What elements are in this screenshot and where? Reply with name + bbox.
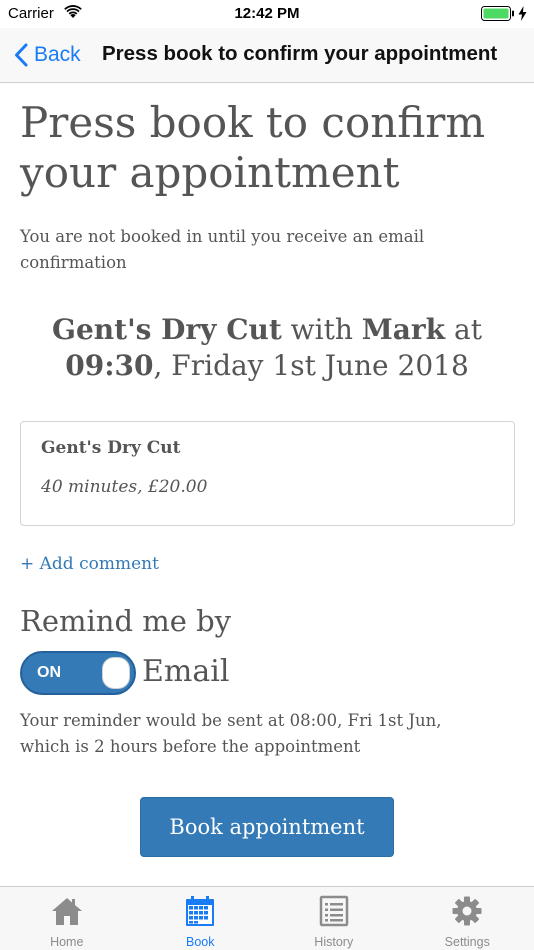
service-card: Gent's Dry Cut 40 minutes, £20.00 — [20, 421, 515, 526]
back-button[interactable]: Back — [14, 40, 81, 70]
summary-staff: Mark — [361, 313, 446, 346]
battery-icon — [481, 6, 514, 21]
toggle-knob — [102, 657, 130, 689]
tab-book-label: Book — [186, 935, 215, 949]
add-comment-link[interactable]: + Add comment — [20, 554, 159, 574]
email-reminder-toggle[interactable]: ON — [20, 651, 136, 695]
home-icon — [51, 898, 82, 925]
book-appointment-button[interactable]: Book appointment — [140, 797, 394, 857]
back-label: Back — [34, 43, 81, 66]
tab-settings-label: Settings — [444, 935, 490, 949]
appointment-summary: Gent's Dry Cut with Mark at 09:30, Frida… — [20, 312, 514, 384]
calendar-icon — [186, 896, 215, 926]
tab-book[interactable]: Book — [134, 887, 268, 950]
toggle-state-label: ON — [37, 664, 61, 681]
status-bar: Carrier 12:42 PM — [0, 0, 534, 28]
tab-history[interactable]: History — [267, 887, 401, 950]
tab-history-label: History — [314, 935, 354, 949]
list-icon — [319, 895, 348, 927]
tab-settings[interactable]: Settings — [401, 887, 534, 950]
tab-home[interactable]: Home — [0, 887, 134, 950]
summary-with-text: with — [281, 313, 362, 346]
gear-icon — [452, 896, 482, 926]
summary-service: Gent's Dry Cut — [52, 313, 282, 346]
service-name: Gent's Dry Cut — [41, 438, 181, 458]
summary-date: , Friday 1st June 2018 — [153, 349, 469, 382]
chevron-left-icon — [15, 43, 28, 67]
tab-home-label: Home — [50, 935, 84, 949]
navigation-bar: Back Press book to confirm your appointm… — [0, 28, 534, 83]
reminder-note: Your reminder would be sent at 08:00, Fr… — [20, 711, 442, 756]
status-time: 12:42 PM — [234, 5, 300, 22]
summary-at-text: at — [445, 313, 482, 346]
reminder-method-label: Email — [142, 654, 230, 689]
booking-notice: You are not booked in until you receive … — [20, 227, 425, 272]
tab-bar: Home Book History Settings — [0, 886, 534, 950]
service-details: 40 minutes, £20.00 — [41, 477, 208, 497]
nav-title: Press book to confirm your appointment — [102, 42, 498, 65]
charging-bolt-icon — [518, 6, 527, 21]
page-title: Press book to confirm your appointment — [20, 98, 486, 197]
summary-time: 09:30 — [65, 349, 154, 382]
remind-heading: Remind me by — [20, 604, 232, 638]
